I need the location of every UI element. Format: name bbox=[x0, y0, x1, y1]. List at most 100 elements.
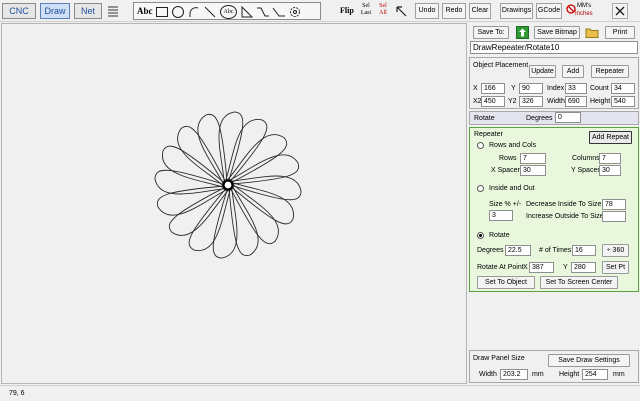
menu-icon[interactable] bbox=[106, 4, 120, 18]
pointer-arrow-icon[interactable] bbox=[394, 4, 408, 18]
y-field[interactable]: 90 bbox=[519, 83, 543, 94]
rows-cols-label: Rows and Cols bbox=[489, 142, 537, 149]
set-point-button[interactable]: Set Pt bbox=[602, 261, 629, 274]
petal-shape[interactable] bbox=[228, 157, 304, 211]
rotate-at-label: Rotate At Point bbox=[477, 264, 524, 271]
increase-label: Increase Outside To Size % bbox=[526, 213, 612, 220]
inside-out-radio[interactable] bbox=[477, 185, 484, 192]
drawings-button[interactable]: Drawings bbox=[500, 3, 533, 19]
redo-button[interactable]: Redo bbox=[442, 3, 466, 19]
add-repeat-button[interactable]: Add Repeat bbox=[589, 131, 632, 144]
petal-shape[interactable] bbox=[197, 113, 228, 186]
gcode-button[interactable]: GCode bbox=[536, 3, 562, 19]
rotate-x-field[interactable]: 387 bbox=[529, 262, 554, 273]
rotate-title: Rotate bbox=[474, 115, 495, 122]
set-to-screen-center-button[interactable]: Set To Screen Center bbox=[540, 276, 618, 289]
print-button[interactable]: Print bbox=[605, 26, 635, 39]
x2-field[interactable]: 450 bbox=[481, 96, 505, 107]
arc-icon[interactable] bbox=[187, 5, 201, 19]
petal-shape[interactable] bbox=[200, 108, 254, 185]
height-field[interactable]: 540 bbox=[611, 96, 635, 107]
save-bitmap-button[interactable]: Save Bitmap bbox=[534, 26, 580, 39]
settings-panel: Save To: Save Bitmap Print DrawRepeater/… bbox=[468, 23, 640, 384]
rows-cols-radio[interactable] bbox=[477, 142, 484, 149]
x-spacer-field[interactable]: 30 bbox=[520, 165, 546, 176]
repeater-button[interactable]: Repeater bbox=[591, 65, 629, 78]
y-spacer-field[interactable]: 30 bbox=[599, 165, 621, 176]
cursor-coordinates: 79, 6 bbox=[9, 390, 25, 397]
save-draw-settings-button[interactable]: Save Draw Settings bbox=[548, 354, 630, 367]
rotate-x-label: X bbox=[523, 264, 528, 271]
repeat-degrees-field[interactable]: 22.5 bbox=[505, 245, 531, 256]
index-label: Index bbox=[547, 85, 565, 92]
size-pct-label: Size % +/- bbox=[489, 201, 522, 208]
decrease-field[interactable]: 78 bbox=[602, 199, 626, 210]
folder-icon[interactable] bbox=[585, 26, 599, 39]
rotate-degrees-field[interactable]: 0 bbox=[555, 112, 581, 123]
panel-width-field[interactable]: 203.2 bbox=[500, 369, 528, 380]
petal-shape[interactable] bbox=[202, 185, 256, 261]
tab-net[interactable]: Net bbox=[74, 3, 102, 19]
flip-button[interactable]: Flip bbox=[340, 6, 354, 15]
times-label: # of Times bbox=[539, 247, 572, 254]
line-icon[interactable] bbox=[203, 5, 217, 19]
size-pct-field[interactable]: 3 bbox=[489, 210, 513, 221]
rotate-y-label: Y bbox=[563, 264, 568, 271]
rotation-center bbox=[222, 179, 234, 191]
petal-shape[interactable] bbox=[228, 184, 259, 257]
rows-field[interactable]: 7 bbox=[520, 153, 546, 164]
circle-icon[interactable] bbox=[171, 5, 185, 19]
tab-draw[interactable]: Draw bbox=[40, 3, 70, 19]
panel-height-unit: mm bbox=[613, 371, 625, 378]
clear-button[interactable]: Clear bbox=[469, 3, 491, 19]
decrease-label: Decrease Inside To Size % bbox=[526, 201, 610, 208]
gear-icon[interactable] bbox=[288, 5, 302, 19]
rotate-radio[interactable] bbox=[477, 232, 484, 239]
times-field[interactable]: 16 bbox=[572, 245, 596, 256]
circle-text-tool[interactable]: Abc bbox=[220, 5, 237, 19]
select-last-button[interactable]: Sel Last bbox=[359, 3, 373, 17]
x-field[interactable]: 166 bbox=[481, 83, 505, 94]
tab-cnc[interactable]: CNC bbox=[2, 3, 36, 19]
units-inches-label: Inches bbox=[575, 11, 593, 17]
petal-shape[interactable] bbox=[156, 185, 229, 216]
curve-icon[interactable] bbox=[272, 5, 286, 19]
width-field[interactable]: 690 bbox=[565, 96, 587, 107]
petal-shape[interactable] bbox=[227, 154, 300, 185]
increase-field[interactable] bbox=[602, 211, 626, 222]
save-to-button[interactable]: Save To: bbox=[473, 26, 509, 39]
shape-tools: Abc Abc bbox=[133, 2, 321, 20]
update-button[interactable]: Update bbox=[529, 65, 556, 78]
columns-field[interactable]: 7 bbox=[599, 153, 621, 164]
add-button[interactable]: Add bbox=[562, 65, 584, 78]
upload-arrow-icon[interactable] bbox=[516, 26, 529, 39]
triangle-icon[interactable] bbox=[240, 5, 254, 19]
divide-360-button[interactable]: ÷ 360 bbox=[602, 244, 629, 257]
rectangle-icon[interactable] bbox=[155, 5, 169, 19]
x-label: X bbox=[473, 85, 478, 92]
y2-field[interactable]: 326 bbox=[519, 96, 543, 107]
object-placement-title: Object Placement bbox=[473, 62, 529, 69]
count-field[interactable]: 34 bbox=[611, 83, 635, 94]
undo-button[interactable]: Undo bbox=[415, 3, 439, 19]
units-toggle[interactable]: MM's Inches bbox=[566, 3, 606, 19]
set-to-object-button[interactable]: Set To Object bbox=[477, 276, 535, 289]
index-field[interactable]: 33 bbox=[565, 83, 587, 94]
rotate-y-field[interactable]: 280 bbox=[571, 262, 596, 273]
text-tool[interactable]: Abc bbox=[137, 6, 153, 16]
columns-label: Columns bbox=[572, 155, 600, 162]
drawing-name-field[interactable]: DrawRepeater/Rotate10 bbox=[470, 41, 638, 54]
panel-width-label: Width bbox=[479, 371, 497, 378]
panel-height-label: Height bbox=[559, 371, 580, 378]
petal-shape[interactable] bbox=[151, 159, 228, 213]
polyline-icon[interactable] bbox=[256, 5, 270, 19]
y-spacer-label: Y Spacer bbox=[571, 167, 600, 174]
height-label: Height bbox=[590, 98, 611, 105]
repeat-degrees-label: Degrees bbox=[477, 247, 504, 254]
select-all-button[interactable]: Sel All bbox=[376, 3, 390, 17]
width-label: Width bbox=[547, 98, 565, 105]
rotate-degrees-label: Degrees bbox=[526, 115, 553, 122]
drawing-canvas[interactable] bbox=[1, 23, 467, 384]
close-button[interactable] bbox=[612, 3, 628, 19]
panel-height-field[interactable]: 254 bbox=[582, 369, 608, 380]
